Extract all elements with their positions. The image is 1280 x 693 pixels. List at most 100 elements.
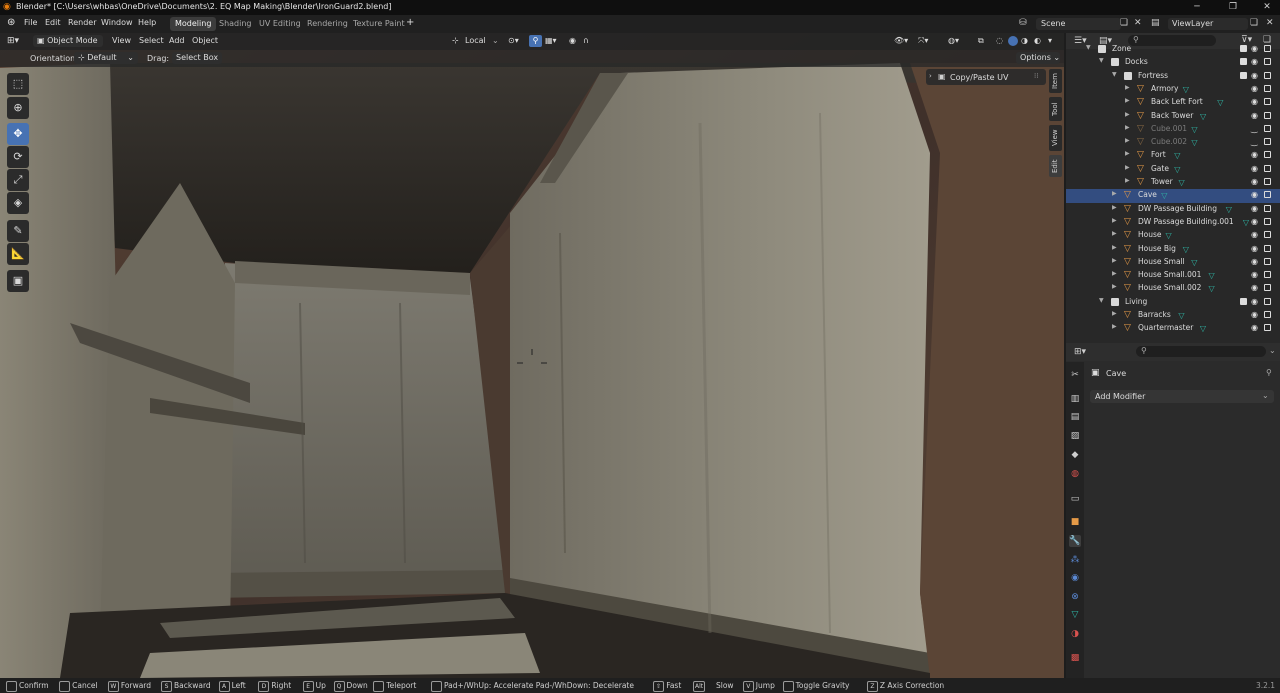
render-camera-icon[interactable] (1264, 124, 1271, 132)
overlays-icon[interactable]: ◍▾ (948, 36, 959, 45)
outliner-row[interactable]: ▶ ▽ House ▽ ◉ (1066, 229, 1280, 242)
menu-render[interactable]: Render (68, 18, 96, 27)
outliner-row[interactable]: ▼ Living ◉ (1066, 296, 1280, 309)
snap-target-icon[interactable]: ▦▾ (545, 36, 557, 45)
eye-icon[interactable]: ◉ (1251, 217, 1258, 226)
mesh-data-icon[interactable]: ▽ (1226, 205, 1232, 214)
eye-icon[interactable]: ◉ (1251, 323, 1258, 332)
sidebar-tab-view[interactable]: View (1049, 125, 1062, 151)
eye-icon[interactable]: ◉ (1251, 230, 1258, 239)
eye-closed-icon[interactable]: ‿ (1251, 124, 1257, 133)
render-camera-icon[interactable] (1264, 98, 1271, 106)
expand-right-icon[interactable]: ▶ (1112, 230, 1117, 237)
scene-properties-icon[interactable]: ◆ (1069, 449, 1081, 461)
outliner-row[interactable]: ▶ ▽ Fort ▽ ◉ (1066, 149, 1280, 162)
eye-icon[interactable]: ◉ (1251, 150, 1258, 159)
expand-right-icon[interactable]: ▶ (1112, 204, 1117, 211)
falloff-icon[interactable]: ∩ (583, 36, 589, 45)
rotate-tool-button[interactable]: ⟳ (7, 146, 29, 168)
outliner-row[interactable]: ▼ Docks ◉ (1066, 56, 1280, 69)
expand-right-icon[interactable]: ▶ (1112, 190, 1117, 197)
wireframe-shading-icon[interactable]: ◌ (996, 36, 1003, 45)
eye-icon[interactable]: ◉ (1251, 190, 1258, 199)
eye-icon[interactable]: ◉ (1251, 111, 1258, 120)
menu-view[interactable]: View (112, 36, 131, 45)
render-camera-icon[interactable] (1264, 297, 1271, 305)
drag-dropdown[interactable]: Select Box (172, 52, 222, 64)
select-box-tool-button[interactable]: ⬚ (7, 73, 29, 95)
mesh-data-icon[interactable]: ▽ (1200, 324, 1206, 333)
render-camera-icon[interactable] (1264, 257, 1271, 265)
render-camera-icon[interactable] (1264, 244, 1271, 252)
render-camera-icon[interactable] (1264, 151, 1271, 159)
outliner-row[interactable]: ▼ Fortress ◉ (1066, 70, 1280, 83)
render-camera-icon[interactable] (1264, 164, 1271, 172)
outliner-row[interactable]: ▶ ▽ Quartermaster ▽ ◉ (1066, 322, 1280, 335)
expand-right-icon[interactable]: ▶ (1125, 84, 1130, 91)
particles-properties-icon[interactable]: ⁂ (1069, 554, 1081, 566)
physics-properties-icon[interactable]: ◉ (1069, 572, 1081, 584)
outliner-row[interactable]: ▼ Zone ◉ (1066, 43, 1280, 56)
outliner-row[interactable]: ▶ ▽ Back Left Fort ▽ ◉ (1066, 96, 1280, 109)
delete-scene-icon[interactable]: ✕ (1134, 18, 1142, 28)
solid-shading-icon[interactable] (1008, 36, 1018, 46)
render-camera-icon[interactable] (1264, 58, 1271, 66)
expand-right-icon[interactable]: ▶ (1125, 111, 1130, 118)
scale-tool-button[interactable]: ⤢ (7, 169, 29, 191)
eye-icon[interactable]: ◉ (1251, 57, 1258, 66)
editor-type-icon[interactable]: ⊞▾ (7, 36, 19, 46)
render-camera-icon[interactable] (1264, 71, 1271, 79)
mesh-data-icon[interactable]: ▽ (1191, 138, 1197, 147)
mesh-data-icon[interactable]: ▽ (1178, 311, 1184, 320)
material-shading-icon[interactable]: ◑ (1021, 36, 1028, 45)
expand-right-icon[interactable]: ▶ (1112, 310, 1117, 317)
maximize-button[interactable]: ❐ (1226, 1, 1240, 14)
mesh-data-icon[interactable]: ▽ (1191, 125, 1197, 134)
outliner-row[interactable]: ▶ ▽ Gate ▽ ◉ (1066, 163, 1280, 176)
close-button[interactable]: ✕ (1260, 1, 1274, 14)
menu-help[interactable]: Help (138, 18, 156, 27)
outliner-row[interactable]: ▶ ▽ DW Passage Building.001 ▽ ◉ (1066, 216, 1280, 229)
mesh-data-icon[interactable]: ▽ (1200, 112, 1206, 121)
expand-right-icon[interactable]: ▶ (1112, 244, 1117, 251)
blender-menu-icon[interactable]: ⊛ (7, 17, 15, 28)
tab-modeling[interactable]: Modeling (170, 17, 217, 31)
pivot-point-icon[interactable]: ⊙▾ (508, 36, 519, 45)
exclude-checkbox[interactable] (1240, 71, 1247, 79)
snap-icon[interactable]: ⚲ (529, 35, 542, 47)
gizmo-icon[interactable]: ⤧▾ (918, 36, 928, 46)
render-camera-icon[interactable] (1264, 84, 1271, 92)
texture-properties-icon[interactable]: ▩ (1069, 652, 1081, 664)
outliner-row[interactable]: ▶ ▽ DW Passage Building ▽ ◉ (1066, 203, 1280, 216)
menu-window[interactable]: Window (101, 18, 133, 27)
expand-right-icon[interactable]: ▶ (1112, 323, 1117, 330)
properties-search-input[interactable]: ⚲ (1136, 346, 1266, 357)
render-camera-icon[interactable] (1264, 217, 1271, 225)
mesh-data-icon[interactable]: ▽ (1209, 271, 1215, 280)
eye-icon[interactable]: ◉ (1251, 97, 1258, 106)
properties-editor-icon[interactable]: ⊞▾ (1074, 347, 1086, 357)
outliner-row[interactable]: ▶ ▽ Tower ▽ ◉ (1066, 176, 1280, 189)
cursor-tool-button[interactable]: ⊕ (7, 97, 29, 119)
eye-icon[interactable]: ◉ (1251, 71, 1258, 80)
mesh-data-icon[interactable]: ▽ (1174, 165, 1180, 174)
sidebar-tab-edit[interactable]: Edit (1049, 155, 1062, 177)
tab-texture-paint[interactable]: Texture Paint (348, 17, 410, 31)
render-camera-icon[interactable] (1264, 271, 1271, 279)
render-camera-icon[interactable] (1264, 284, 1271, 292)
annotate-tool-button[interactable]: ✎ (7, 220, 29, 242)
expand-right-icon[interactable]: ▶ (1125, 124, 1130, 131)
rendered-shading-icon[interactable]: ◐ (1034, 36, 1041, 45)
transform-tool-button[interactable]: ◈ (7, 192, 29, 214)
eye-icon[interactable]: ◉ (1251, 204, 1258, 213)
move-tool-button[interactable]: ✥ (7, 123, 29, 145)
data-properties-icon[interactable]: ▽ (1069, 609, 1081, 621)
render-camera-icon[interactable] (1264, 45, 1271, 52)
minimize-button[interactable]: ─ (1190, 1, 1204, 14)
expand-right-icon[interactable]: ▶ (1125, 177, 1130, 184)
outliner-row[interactable]: ▶ ▽ House Big ▽ ◉ (1066, 243, 1280, 256)
transform-orientation-dropdown[interactable]: Local (465, 36, 486, 45)
menu-file[interactable]: File (24, 18, 37, 27)
material-properties-icon[interactable]: ◑ (1069, 628, 1081, 640)
render-camera-icon[interactable] (1264, 324, 1271, 332)
